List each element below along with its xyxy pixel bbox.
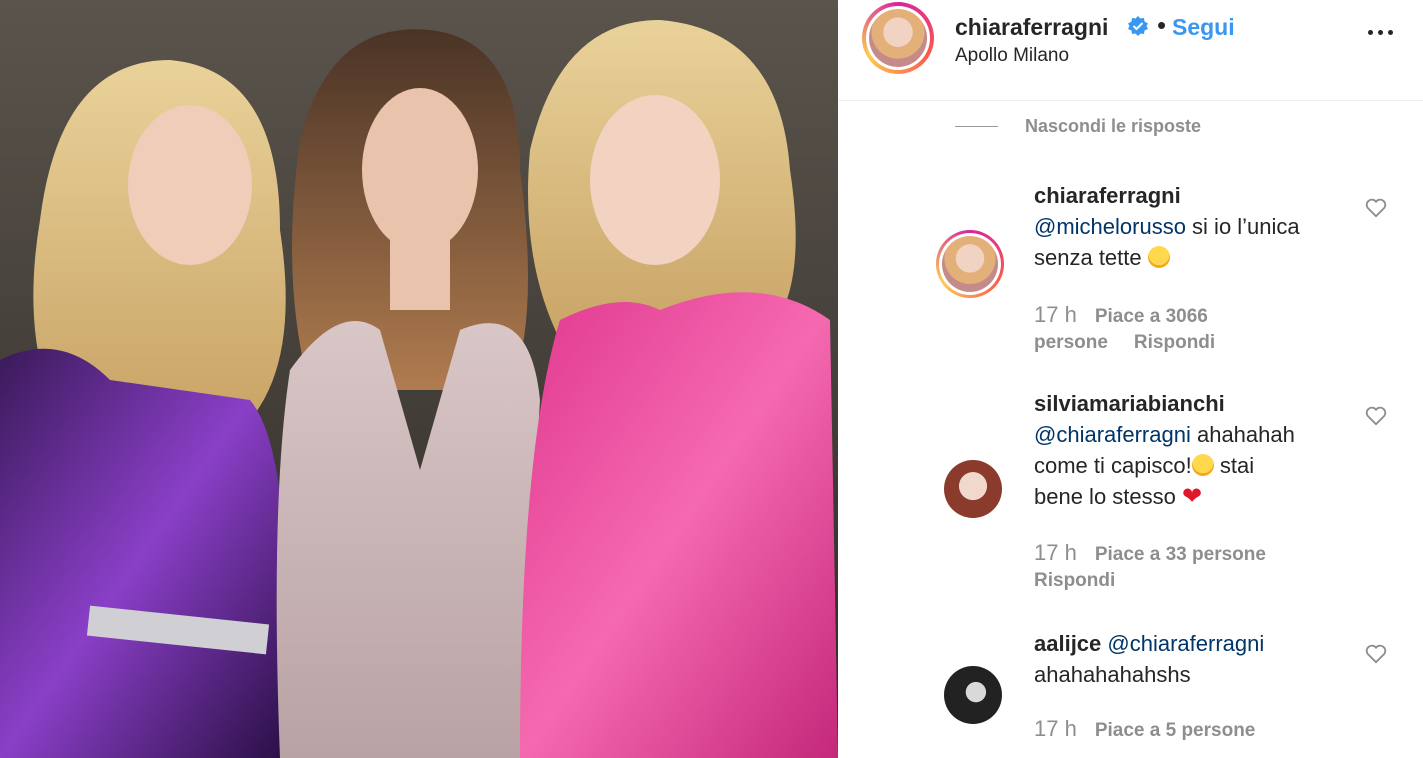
commenter-username[interactable]: aalijce [1034, 631, 1101, 656]
comment-mention[interactable]: @michelorusso [1034, 214, 1186, 239]
comment-time: 17 h [1034, 716, 1077, 741]
comment-time: 17 h [1034, 540, 1077, 565]
author-avatar[interactable] [862, 2, 934, 74]
comment-meta: 17 h Piace a 5 persone [1034, 716, 1255, 744]
comment-likes[interactable]: Piace a 3066 [1095, 306, 1208, 327]
like-heart-icon[interactable] [1365, 644, 1387, 664]
separator-dot: • [1157, 10, 1167, 40]
replies-divider [955, 126, 998, 127]
comment-mention[interactable]: @chiaraferragni [1034, 422, 1191, 447]
post-photo[interactable] [0, 0, 838, 758]
laughing-tears-emoji [1191, 454, 1214, 476]
commenter-avatar[interactable] [944, 666, 1002, 724]
comment-body-2: come ti capisco! [1034, 453, 1192, 478]
comment-meta: 17 h Piace a 33 persone Rispondi [1034, 540, 1266, 594]
like-heart-icon[interactable] [1365, 406, 1387, 426]
comment-body-3: bene lo stesso [1034, 484, 1182, 509]
comments-panel: chiaraferragni • Segui Apollo Milano Nas… [838, 0, 1423, 758]
commenter-avatar[interactable] [944, 460, 1002, 518]
comment-time: 17 h [1034, 302, 1077, 327]
commenter-username[interactable]: silviamariabianchi [1034, 391, 1225, 416]
comment-likes[interactable]: Piace a 5 persone [1095, 720, 1256, 741]
commenter-avatar[interactable] [936, 230, 1004, 298]
grinning-sweat-emoji [1147, 246, 1170, 268]
post-location[interactable]: Apollo Milano [955, 45, 1069, 67]
comment-mention[interactable]: @chiaraferragni [1107, 631, 1264, 656]
comment-body-2: senza tette [1034, 245, 1142, 270]
follow-button[interactable]: Segui [1172, 14, 1235, 41]
comment-body-2: ahahahahahshs [1034, 662, 1191, 687]
photo-illustration [0, 0, 838, 758]
comment-text: silviamariabianchi @chiaraferragni ahaha… [1034, 388, 1354, 512]
post-header: chiaraferragni • Segui Apollo Milano [838, 0, 1423, 101]
comment-body-3a: stai [1213, 453, 1255, 478]
comment-meta: 17 h Piace a 3066 persone Rispondi [1034, 302, 1215, 356]
like-heart-icon[interactable] [1365, 198, 1387, 218]
more-options-icon[interactable] [1366, 22, 1396, 42]
red-heart-emoji: ❤ [1181, 483, 1203, 510]
comment-likes-cont[interactable]: persone [1034, 332, 1108, 353]
hide-replies-button[interactable]: Nascondi le risposte [1025, 116, 1201, 137]
comment-body-1: si io l’unica [1185, 214, 1300, 239]
commenter-username[interactable]: chiaraferragni [1034, 183, 1181, 208]
author-username[interactable]: chiaraferragni [955, 14, 1108, 41]
reply-button[interactable]: Rispondi [1034, 570, 1115, 591]
comment-text: chiaraferragni @michelorusso si io l’uni… [1034, 180, 1354, 273]
verified-badge-icon [1128, 16, 1148, 36]
comment-body-1: ahahahah [1190, 422, 1295, 447]
comment-likes[interactable]: Piace a 33 persone [1095, 544, 1266, 565]
reply-button[interactable]: Rispondi [1134, 332, 1215, 353]
comment-text: aalijce @chiaraferragni ahahahahahshs [1034, 628, 1354, 690]
